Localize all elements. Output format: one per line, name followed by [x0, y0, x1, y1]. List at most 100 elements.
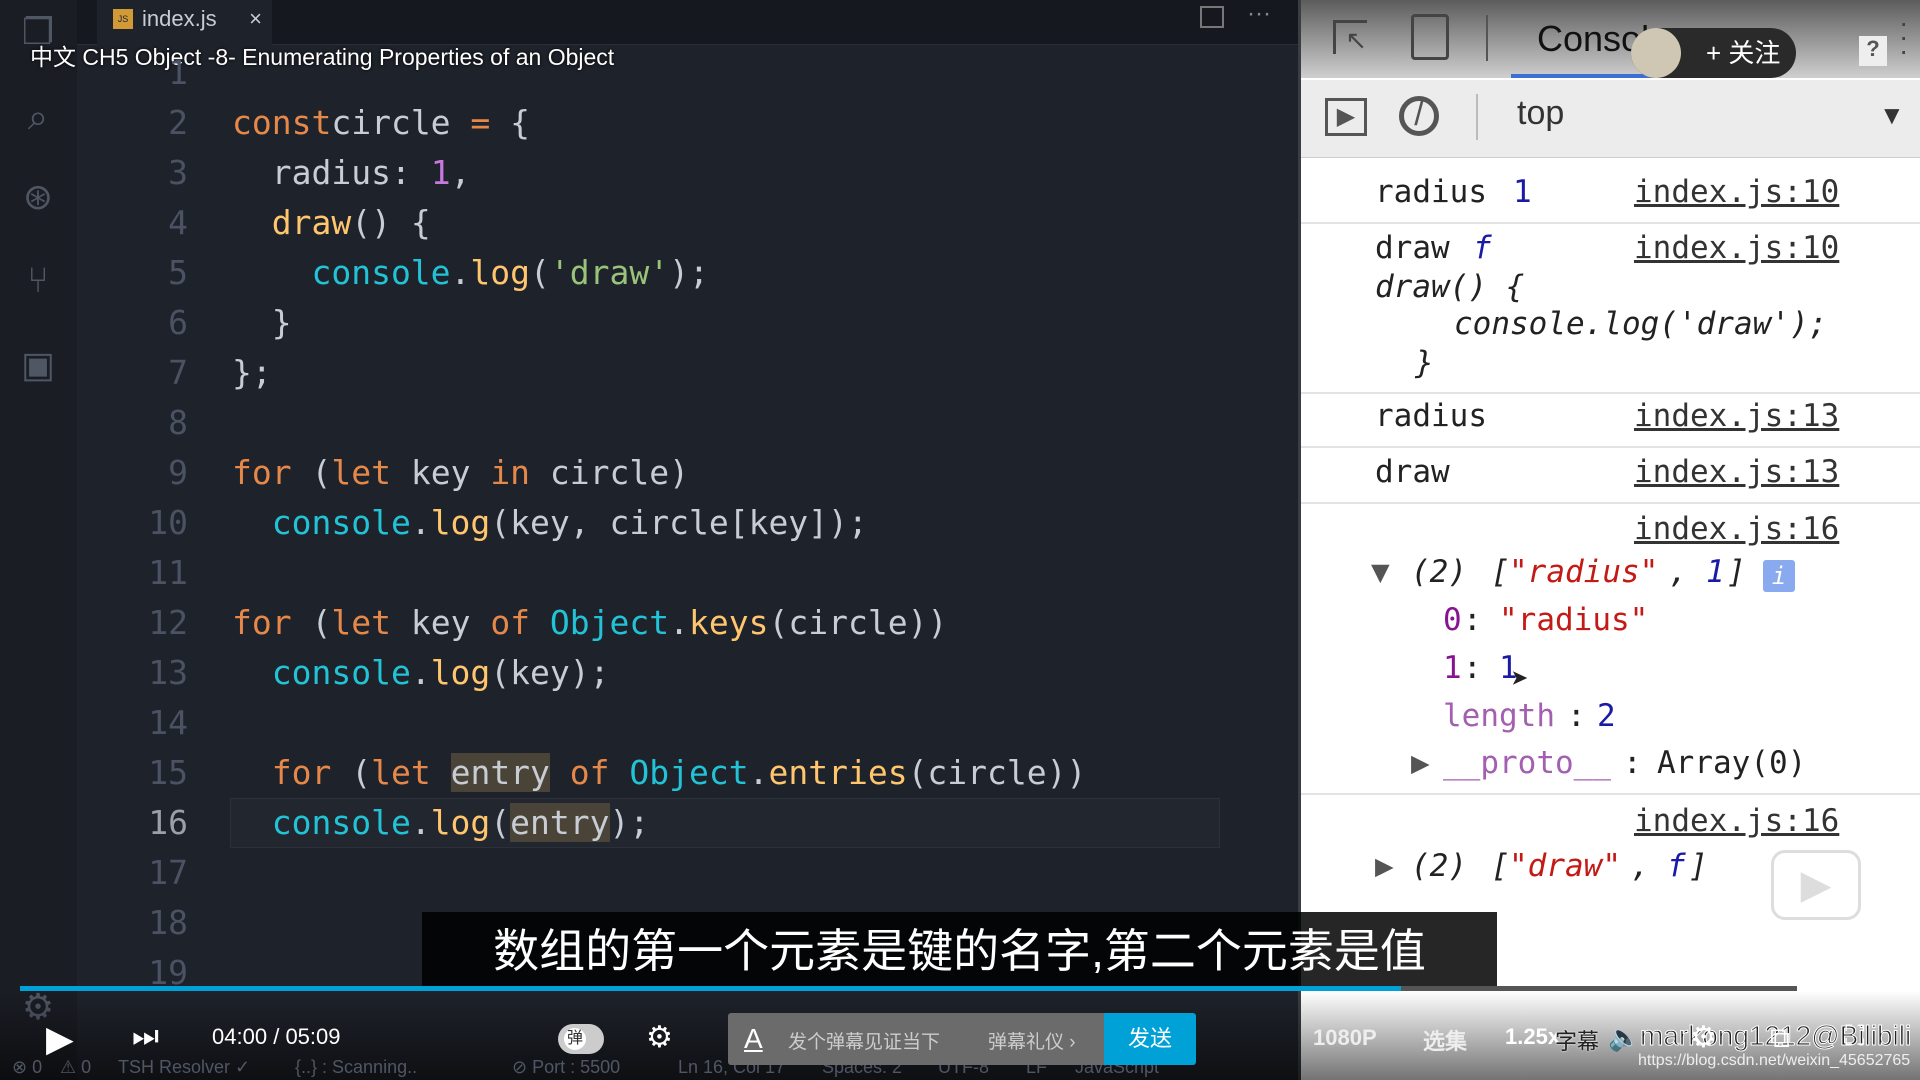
fullscreen-icon[interactable]: ⛶: [1845, 1020, 1865, 1053]
play-icon[interactable]: ▶: [46, 1018, 74, 1060]
danmu-toggle[interactable]: 弹: [558, 1024, 604, 1054]
code-text: }: [232, 303, 292, 342]
source-link[interactable]: index.js:10: [1634, 174, 1839, 210]
time-display: 04:00 / 05:09: [212, 1024, 341, 1049]
code-text: for (let entry of Object.entries(circle)…: [232, 753, 1087, 792]
volume-icon[interactable]: 🔈: [1608, 1022, 1640, 1053]
line-number: 7: [168, 353, 188, 392]
danmu-input[interactable]: A 发个弹幕见证当下 弹幕礼仪 ›: [728, 1013, 1104, 1065]
line-number: 15: [148, 753, 188, 792]
info-icon[interactable]: i: [1763, 560, 1795, 592]
code-text: };: [232, 353, 272, 392]
collapse-arrow-icon[interactable]: ▼: [1371, 554, 1390, 590]
line-number: 3: [168, 153, 188, 192]
line-number: 8: [168, 403, 188, 442]
code-line[interactable]: 12 for (let key of Object.keys(circle)): [0, 598, 1220, 648]
code-line[interactable]: 5 console.log('draw');: [0, 248, 1220, 298]
settings-icon[interactable]: ⚙: [1690, 1020, 1717, 1055]
source-link[interactable]: index.js:16: [1634, 803, 1839, 839]
line-number: 16: [148, 803, 188, 842]
text-style-icon[interactable]: A: [744, 1023, 763, 1055]
function-source: draw() {: [1375, 269, 1525, 305]
expand-arrow-icon[interactable]: ▶: [1411, 745, 1430, 781]
line-number: 11: [148, 553, 188, 592]
line-number: 1: [168, 53, 188, 92]
code-text: draw() {: [232, 203, 431, 242]
uploader-avatar[interactable]: [1631, 28, 1681, 78]
expand-arrow-icon[interactable]: ▶: [1375, 848, 1394, 884]
help-icon[interactable]: ?: [1859, 36, 1887, 66]
progress-fill: [20, 986, 1401, 991]
code-line[interactable]: 15 for (let entry of Object.entries(circ…: [0, 748, 1220, 798]
code-text: for (let key in circle): [232, 453, 690, 492]
line-number: 10: [148, 503, 188, 542]
code-line[interactable]: 7};: [0, 348, 1220, 398]
context-selector[interactable]: top: [1517, 94, 1564, 133]
source-link[interactable]: index.js:10: [1634, 230, 1839, 266]
source-link[interactable]: index.js:13: [1634, 398, 1839, 434]
mouse-cursor-icon: ➤: [1511, 662, 1530, 697]
danmu-etiquette-link[interactable]: 弹幕礼仪 ›: [988, 1027, 1076, 1054]
current-time: 04:00: [212, 1024, 268, 1049]
code-text: constcircle = {: [232, 103, 531, 142]
code-line[interactable]: 9 for (let key in circle): [0, 448, 1220, 498]
function-source: }: [1415, 345, 1434, 381]
subtitle-button[interactable]: 字幕: [1555, 1024, 1599, 1056]
source-link[interactable]: index.js:16: [1634, 511, 1839, 547]
devtools-toolbar: ↖ Console + 关注 ? · · ·: [1301, 0, 1920, 78]
episodes-button[interactable]: 选集: [1423, 1024, 1467, 1056]
device-toolbar-icon[interactable]: [1411, 14, 1449, 60]
code-line[interactable]: 3 radius: 1,: [0, 148, 1220, 198]
show-sidebar-icon[interactable]: ▶: [1325, 98, 1367, 136]
quality-button[interactable]: 1080P: [1313, 1025, 1377, 1051]
pip-icon[interactable]: ⧉: [1770, 1022, 1790, 1055]
speed-button[interactable]: 1.25x: [1505, 1024, 1560, 1050]
code-text: for (let key of Object.keys(circle)): [232, 603, 948, 642]
code-line[interactable]: 8: [0, 398, 1220, 448]
kebab-menu-icon[interactable]: · · ·: [1899, 9, 1911, 65]
code-line[interactable]: 17: [0, 848, 1220, 898]
line-number: 2: [168, 103, 188, 142]
inspect-element-icon[interactable]: ↖: [1333, 20, 1367, 55]
code-text: radius: 1,: [232, 153, 471, 192]
duration: 05:09: [285, 1024, 341, 1049]
function-source: console.log('draw');: [1454, 306, 1828, 342]
console-toolbar: ▶ / top ▼: [1301, 80, 1920, 158]
line-number: 17: [148, 853, 188, 892]
play-overlay-icon[interactable]: ▶: [1771, 850, 1861, 920]
js-file-icon: JS: [113, 9, 133, 29]
tab-label: index.js: [142, 6, 217, 31]
code-line[interactable]: 2 constcircle = {: [0, 98, 1220, 148]
line-number: 12: [148, 603, 188, 642]
line-number: 4: [168, 203, 188, 242]
context-dropdown-icon[interactable]: ▼: [1879, 100, 1905, 131]
code-line[interactable]: 13 console.log(key);: [0, 648, 1220, 698]
send-danmu-button[interactable]: 发送: [1104, 1013, 1196, 1065]
line-number: 6: [168, 303, 188, 342]
clear-console-icon[interactable]: /: [1399, 96, 1439, 136]
code-line[interactable]: 1: [0, 48, 1220, 98]
code-line[interactable]: 10 console.log(key, circle[key]);: [0, 498, 1220, 548]
code-line[interactable]: 11: [0, 548, 1220, 598]
close-tab-icon[interactable]: ×: [249, 0, 262, 38]
code-text: console.log(key, circle[key]);: [232, 503, 868, 542]
line-number: 14: [148, 703, 188, 742]
code-line[interactable]: 16 console.log(entry);: [0, 798, 1220, 848]
line-number: 18: [148, 903, 188, 942]
code-line[interactable]: 14: [0, 698, 1220, 748]
code-line[interactable]: 6 }: [0, 298, 1220, 348]
more-actions-icon[interactable]: ···: [1247, 0, 1271, 28]
code-text: console.log(entry);: [232, 803, 650, 842]
source-link[interactable]: index.js:13: [1634, 454, 1839, 490]
code-line[interactable]: 4 draw() {: [0, 198, 1220, 248]
code-text: console.log(key);: [232, 653, 610, 692]
url-watermark: https://blog.csdn.net/weixin_45652765: [1638, 1052, 1911, 1069]
progress-bar[interactable]: [20, 986, 1797, 991]
split-editor-icon[interactable]: [1200, 6, 1224, 28]
code-text: console.log('draw');: [232, 253, 709, 292]
line-number: 5: [168, 253, 188, 292]
video-subtitle: 数组的第一个元素是键的名字,第二个元素是值: [422, 912, 1497, 990]
danmu-settings-icon[interactable]: ⚙: [646, 1020, 673, 1055]
line-number: 9: [168, 453, 188, 492]
next-icon[interactable]: ⏭: [132, 1020, 159, 1054]
